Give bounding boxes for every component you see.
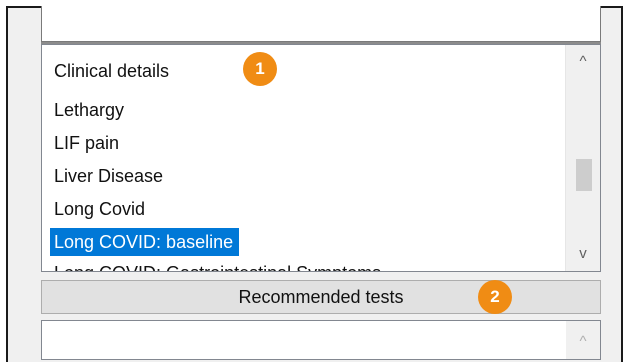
list-item[interactable]: Long Covid: [54, 195, 145, 223]
top-text-field[interactable]: [41, 6, 601, 44]
scroll-down-arrow-icon[interactable]: v: [566, 241, 600, 267]
clinical-details-listbox[interactable]: Clinical details Lethargy LIF pain Liver…: [41, 44, 601, 272]
recommended-tests-list[interactable]: ^: [41, 320, 601, 360]
list-item[interactable]: LIF pain: [54, 129, 119, 157]
scrollbar-thumb[interactable]: [576, 159, 592, 191]
list-item[interactable]: Long COVID: Gastrointestinal Symptoms: [54, 259, 381, 271]
scroll-up-arrow-icon[interactable]: ^: [566, 49, 600, 75]
recommended-tests-button[interactable]: Recommended tests: [41, 280, 601, 314]
listbox-scrollbar[interactable]: ^ v: [565, 45, 600, 271]
list-item[interactable]: Clinical details: [54, 57, 169, 85]
bottom-list-scrollbar[interactable]: ^: [566, 321, 600, 359]
listbox-viewport: Clinical details Lethargy LIF pain Liver…: [42, 45, 562, 271]
list-item[interactable]: Liver Disease: [54, 162, 163, 190]
callout-badge-2: 2: [478, 280, 512, 314]
list-item[interactable]: Lethargy: [54, 96, 124, 124]
scroll-up-arrow-icon[interactable]: ^: [566, 329, 600, 355]
callout-badge-1: 1: [243, 52, 277, 86]
list-item-selected[interactable]: Long COVID: baseline: [50, 228, 240, 256]
